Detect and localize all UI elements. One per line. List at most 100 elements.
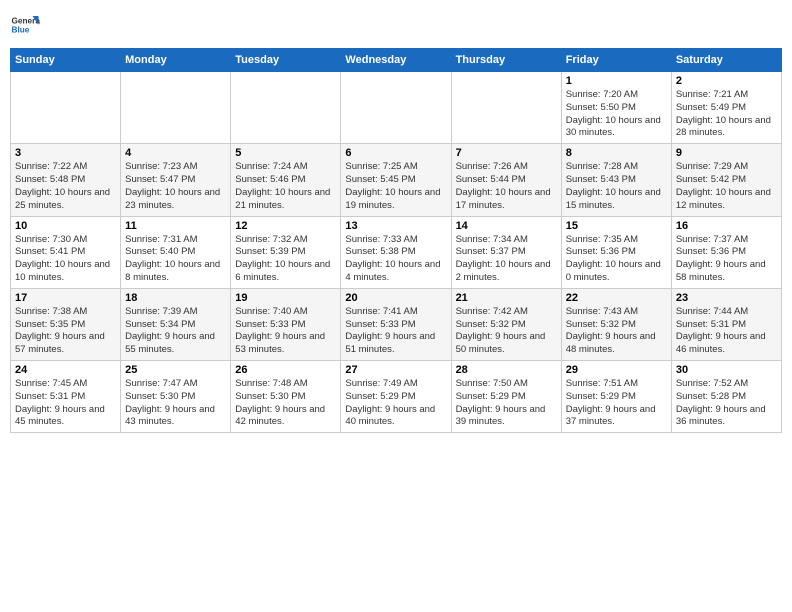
day-header: Friday <box>561 49 671 72</box>
calendar-cell <box>121 72 231 144</box>
day-number: 28 <box>456 364 557 376</box>
svg-text:Blue: Blue <box>12 26 30 35</box>
day-number: 8 <box>566 147 667 159</box>
day-detail: Sunrise: 7:51 AM Sunset: 5:29 PM Dayligh… <box>566 378 667 429</box>
day-detail: Sunrise: 7:43 AM Sunset: 5:32 PM Dayligh… <box>566 306 667 357</box>
calendar-cell: 29 Sunrise: 7:51 AM Sunset: 5:29 PM Dayli… <box>561 361 671 433</box>
calendar-cell: 11 Sunrise: 7:31 AM Sunset: 5:40 PM Dayli… <box>121 216 231 288</box>
day-detail: Sunrise: 7:31 AM Sunset: 5:40 PM Dayligh… <box>125 234 226 285</box>
calendar-cell <box>341 72 451 144</box>
day-detail: Sunrise: 7:34 AM Sunset: 5:37 PM Dayligh… <box>456 234 557 285</box>
day-number: 27 <box>345 364 446 376</box>
day-number: 4 <box>125 147 226 159</box>
day-number: 10 <box>15 220 116 232</box>
calendar-cell: 10 Sunrise: 7:30 AM Sunset: 5:41 PM Dayli… <box>11 216 121 288</box>
day-detail: Sunrise: 7:26 AM Sunset: 5:44 PM Dayligh… <box>456 161 557 212</box>
calendar-cell: 4 Sunrise: 7:23 AM Sunset: 5:47 PM Daylig… <box>121 144 231 216</box>
calendar-cell: 22Sunrise: 7:43 AM Sunset: 5:32 PM Dayli… <box>561 288 671 360</box>
day-number: 25 <box>125 364 226 376</box>
day-detail: Sunrise: 7:22 AM Sunset: 5:48 PM Dayligh… <box>15 161 116 212</box>
calendar-cell: 17Sunrise: 7:38 AM Sunset: 5:35 PM Dayli… <box>11 288 121 360</box>
day-number: 17 <box>15 292 116 304</box>
day-detail: Sunrise: 7:52 AM Sunset: 5:28 PM Dayligh… <box>676 378 777 429</box>
calendar-cell: 19 Sunrise: 7:40 AM Sunset: 5:33 PM Dayli… <box>231 288 341 360</box>
day-number: 14 <box>456 220 557 232</box>
calendar-cell: 1 Sunrise: 7:20 AM Sunset: 5:50 PM Daylig… <box>561 72 671 144</box>
calendar-cell: 24 Sunrise: 7:45 AM Sunset: 5:31 PM Dayli… <box>11 361 121 433</box>
calendar-cell: 5 Sunrise: 7:24 AM Sunset: 5:46 PM Daylig… <box>231 144 341 216</box>
day-detail: Sunrise: 7:42 AM Sunset: 5:32 PM Dayligh… <box>456 306 557 357</box>
day-detail: Sunrise: 7:25 AM Sunset: 5:45 PM Dayligh… <box>345 161 446 212</box>
day-detail: Sunrise: 7:39 AM Sunset: 5:34 PM Dayligh… <box>125 306 226 357</box>
day-number: 30 <box>676 364 777 376</box>
calendar-week-row: 3 Sunrise: 7:22 AM Sunset: 5:48 PM Daylig… <box>11 144 782 216</box>
calendar-week-row: 24 Sunrise: 7:45 AM Sunset: 5:31 PM Dayli… <box>11 361 782 433</box>
logo: General Blue <box>10 10 40 40</box>
calendar-cell: 12 Sunrise: 7:32 AM Sunset: 5:39 PM Dayli… <box>231 216 341 288</box>
day-number: 19 <box>235 292 336 304</box>
calendar-cell: 18 Sunrise: 7:39 AM Sunset: 5:34 PM Dayli… <box>121 288 231 360</box>
calendar-cell: 15Sunrise: 7:35 AM Sunset: 5:36 PM Dayli… <box>561 216 671 288</box>
calendar-cell: 14 Sunrise: 7:34 AM Sunset: 5:37 PM Dayli… <box>451 216 561 288</box>
day-number: 29 <box>566 364 667 376</box>
calendar-cell: 28 Sunrise: 7:50 AM Sunset: 5:29 PM Dayli… <box>451 361 561 433</box>
day-number: 9 <box>676 147 777 159</box>
day-number: 5 <box>235 147 336 159</box>
day-number: 11 <box>125 220 226 232</box>
day-detail: Sunrise: 7:37 AM Sunset: 5:36 PM Dayligh… <box>676 234 777 285</box>
day-detail: Sunrise: 7:35 AM Sunset: 5:36 PM Dayligh… <box>566 234 667 285</box>
day-detail: Sunrise: 7:40 AM Sunset: 5:33 PM Dayligh… <box>235 306 336 357</box>
day-number: 6 <box>345 147 446 159</box>
calendar-cell: 30 Sunrise: 7:52 AM Sunset: 5:28 PM Dayli… <box>671 361 781 433</box>
day-detail: Sunrise: 7:20 AM Sunset: 5:50 PM Dayligh… <box>566 89 667 140</box>
day-number: 16 <box>676 220 777 232</box>
calendar-cell: 26 Sunrise: 7:48 AM Sunset: 5:30 PM Dayli… <box>231 361 341 433</box>
day-header: Monday <box>121 49 231 72</box>
day-header: Saturday <box>671 49 781 72</box>
day-detail: Sunrise: 7:49 AM Sunset: 5:29 PM Dayligh… <box>345 378 446 429</box>
calendar-cell: 20 Sunrise: 7:41 AM Sunset: 5:33 PM Dayli… <box>341 288 451 360</box>
day-number: 13 <box>345 220 446 232</box>
day-number: 20 <box>345 292 446 304</box>
day-detail: Sunrise: 7:30 AM Sunset: 5:41 PM Dayligh… <box>15 234 116 285</box>
day-detail: Sunrise: 7:29 AM Sunset: 5:42 PM Dayligh… <box>676 161 777 212</box>
day-number: 24 <box>15 364 116 376</box>
day-detail: Sunrise: 7:41 AM Sunset: 5:33 PM Dayligh… <box>345 306 446 357</box>
day-number: 12 <box>235 220 336 232</box>
day-header: Tuesday <box>231 49 341 72</box>
calendar-week-row: 17Sunrise: 7:38 AM Sunset: 5:35 PM Dayli… <box>11 288 782 360</box>
day-number: 18 <box>125 292 226 304</box>
day-number: 2 <box>676 75 777 87</box>
day-number: 7 <box>456 147 557 159</box>
calendar-cell: 16 Sunrise: 7:37 AM Sunset: 5:36 PM Dayli… <box>671 216 781 288</box>
calendar-cell: 21 Sunrise: 7:42 AM Sunset: 5:32 PM Dayli… <box>451 288 561 360</box>
day-detail: Sunrise: 7:45 AM Sunset: 5:31 PM Dayligh… <box>15 378 116 429</box>
day-detail: Sunrise: 7:44 AM Sunset: 5:31 PM Dayligh… <box>676 306 777 357</box>
calendar-cell <box>11 72 121 144</box>
page-header: General Blue <box>10 10 782 40</box>
logo-icon: General Blue <box>10 10 40 40</box>
day-detail: Sunrise: 7:24 AM Sunset: 5:46 PM Dayligh… <box>235 161 336 212</box>
calendar-cell: 8Sunrise: 7:28 AM Sunset: 5:43 PM Daylig… <box>561 144 671 216</box>
calendar-cell: 7 Sunrise: 7:26 AM Sunset: 5:44 PM Daylig… <box>451 144 561 216</box>
day-number: 23 <box>676 292 777 304</box>
calendar-cell: 6 Sunrise: 7:25 AM Sunset: 5:45 PM Daylig… <box>341 144 451 216</box>
day-number: 1 <box>566 75 667 87</box>
day-detail: Sunrise: 7:48 AM Sunset: 5:30 PM Dayligh… <box>235 378 336 429</box>
day-detail: Sunrise: 7:23 AM Sunset: 5:47 PM Dayligh… <box>125 161 226 212</box>
day-detail: Sunrise: 7:50 AM Sunset: 5:29 PM Dayligh… <box>456 378 557 429</box>
calendar-week-row: 1 Sunrise: 7:20 AM Sunset: 5:50 PM Daylig… <box>11 72 782 144</box>
calendar-table: SundayMondayTuesdayWednesdayThursdayFrid… <box>10 48 782 433</box>
calendar-cell: 9 Sunrise: 7:29 AM Sunset: 5:42 PM Daylig… <box>671 144 781 216</box>
day-number: 21 <box>456 292 557 304</box>
calendar-week-row: 10 Sunrise: 7:30 AM Sunset: 5:41 PM Dayli… <box>11 216 782 288</box>
calendar-header-row: SundayMondayTuesdayWednesdayThursdayFrid… <box>11 49 782 72</box>
day-header: Thursday <box>451 49 561 72</box>
calendar-cell: 25 Sunrise: 7:47 AM Sunset: 5:30 PM Dayli… <box>121 361 231 433</box>
day-detail: Sunrise: 7:32 AM Sunset: 5:39 PM Dayligh… <box>235 234 336 285</box>
calendar-cell: 2Sunrise: 7:21 AM Sunset: 5:49 PM Daylig… <box>671 72 781 144</box>
day-number: 26 <box>235 364 336 376</box>
day-number: 3 <box>15 147 116 159</box>
day-detail: Sunrise: 7:47 AM Sunset: 5:30 PM Dayligh… <box>125 378 226 429</box>
day-header: Wednesday <box>341 49 451 72</box>
